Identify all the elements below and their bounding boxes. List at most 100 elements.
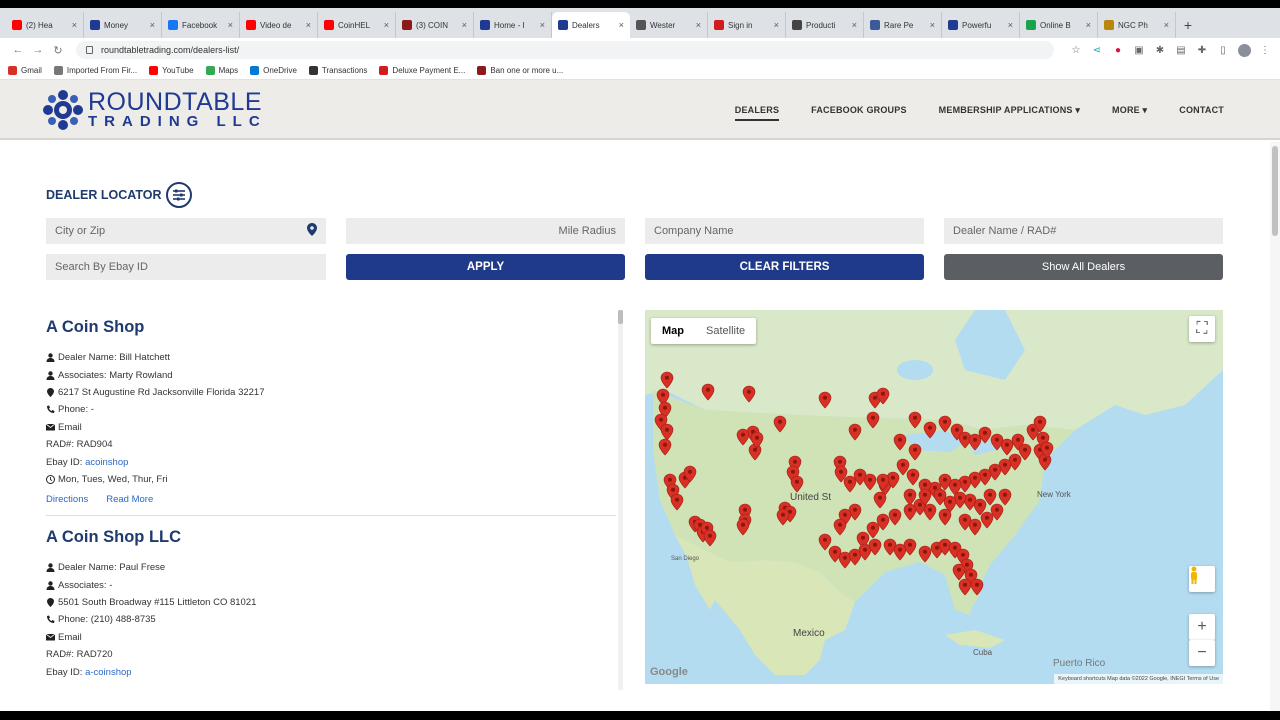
zoom-out-button[interactable]: − xyxy=(1189,640,1215,666)
ebay-label: Ebay ID: xyxy=(46,456,83,468)
extension-icon[interactable]: ▣ xyxy=(1132,43,1146,57)
bookmark-item[interactable]: Ban one or more u... xyxy=(477,66,563,75)
browser-tab[interactable]: Producti × xyxy=(786,12,864,38)
tab-favicon-icon xyxy=(558,20,568,30)
email-link[interactable]: Email xyxy=(58,422,82,433)
bookmark-star-icon[interactable]: ☆ xyxy=(1069,43,1083,57)
back-icon[interactable]: ← xyxy=(8,44,28,56)
map-tab[interactable]: Map xyxy=(651,318,695,344)
company-name-input[interactable]: Company Name xyxy=(645,218,924,244)
apply-button[interactable]: APPLY xyxy=(346,254,625,280)
hours-row: Mon, Tues, Wed, Thur, Fri xyxy=(46,471,616,488)
bookmark-item[interactable]: Gmail xyxy=(8,66,42,75)
read-more-link[interactable]: Read More xyxy=(106,494,153,505)
reload-icon[interactable]: ↻ xyxy=(48,44,68,57)
zoom-in-button[interactable]: + xyxy=(1189,614,1215,640)
city-zip-input[interactable]: City or Zip xyxy=(46,218,326,244)
tab-close-icon[interactable]: × xyxy=(1008,20,1013,30)
dealer-name-placeholder: Dealer Name / RAD# xyxy=(953,225,1057,237)
filter-sliders-icon[interactable] xyxy=(165,182,192,208)
mile-radius-input[interactable]: Mile Radius xyxy=(346,218,625,244)
address-bar[interactable]: roundtabletrading.com/dealers-list/ xyxy=(76,41,1054,59)
fullscreen-icon[interactable]: ⛶ xyxy=(1189,316,1215,342)
browser-tab[interactable]: (2) Hea × xyxy=(6,12,84,38)
email-row[interactable]: Email xyxy=(46,629,616,646)
location-pin-icon[interactable] xyxy=(307,223,317,239)
browser-tab[interactable]: Facebook × xyxy=(162,12,240,38)
email-link[interactable]: Email xyxy=(58,632,82,643)
browser-tab[interactable]: (3) COIN × xyxy=(396,12,474,38)
bookmark-item[interactable]: YouTube xyxy=(149,66,194,75)
share-icon[interactable]: ⋖ xyxy=(1090,43,1104,57)
pegman-icon[interactable] xyxy=(1189,566,1215,592)
new-tab-icon[interactable]: + xyxy=(1176,12,1200,38)
satellite-tab[interactable]: Satellite xyxy=(695,318,756,344)
browser-tab[interactable]: Wester × xyxy=(630,12,708,38)
browser-tab[interactable]: Dealers × xyxy=(552,12,630,38)
tab-title: Producti xyxy=(806,20,836,30)
dealer-company-name[interactable]: A Coin Shop LLC xyxy=(46,528,616,547)
ebay-id-link[interactable]: a-coinshop xyxy=(85,667,131,678)
ebay-id-input[interactable]: Search By Ebay ID xyxy=(46,254,326,280)
nav-item[interactable]: MEMBERSHIP APPLICATIONS ▾ xyxy=(939,105,1080,116)
browser-tab[interactable]: Money × xyxy=(84,12,162,38)
tab-close-icon[interactable]: × xyxy=(696,20,701,30)
directions-link[interactable]: Directions xyxy=(46,494,88,505)
extension-icon[interactable]: ✱ xyxy=(1153,43,1167,57)
ebay-id-link[interactable]: acoinshop xyxy=(85,457,128,468)
nav-item[interactable]: DEALERS xyxy=(734,105,780,121)
forward-icon[interactable]: → xyxy=(28,44,48,56)
tab-close-icon[interactable]: × xyxy=(1164,20,1169,30)
tab-close-icon[interactable]: × xyxy=(540,20,545,30)
bookmark-item[interactable]: Transactions xyxy=(308,66,367,75)
browser-tab[interactable]: Online B × xyxy=(1020,12,1098,38)
roundtable-logo[interactable]: ROUNDTABLE TRADING LLC xyxy=(42,89,267,131)
browser-tab[interactable]: Video de × xyxy=(240,12,318,38)
map-label-san-diego: San Diego xyxy=(671,556,700,562)
bookmark-item[interactable]: Deluxe Payment E... xyxy=(379,66,465,75)
puzzle-icon[interactable]: ✚ xyxy=(1195,43,1209,57)
browser-tab[interactable]: CoinHEL × xyxy=(318,12,396,38)
browser-tab[interactable]: Powerfu × xyxy=(942,12,1020,38)
dealer-list-scrollbar[interactable] xyxy=(618,310,623,690)
extension-icon[interactable]: ▤ xyxy=(1174,43,1188,57)
browser-tab[interactable]: NGC Ph × xyxy=(1098,12,1176,38)
tab-close-icon[interactable]: × xyxy=(1086,20,1091,30)
associates: Associates: - xyxy=(58,579,113,591)
tab-close-icon[interactable]: × xyxy=(619,20,624,30)
tab-close-icon[interactable]: × xyxy=(306,20,311,30)
bookmark-item[interactable]: Maps xyxy=(205,66,238,75)
nav-item[interactable]: CONTACT xyxy=(1179,105,1224,115)
tab-close-icon[interactable]: × xyxy=(72,20,77,30)
tab-close-icon[interactable]: × xyxy=(852,20,857,30)
tab-close-icon[interactable]: × xyxy=(930,20,935,30)
tab-close-icon[interactable]: × xyxy=(774,20,779,30)
logo-line1: ROUNDTABLE xyxy=(88,88,263,116)
browser-tab[interactable]: Home - I × xyxy=(474,12,552,38)
bookmark-favicon-icon xyxy=(149,66,159,75)
tab-close-icon[interactable]: × xyxy=(384,20,389,30)
nav-item[interactable]: MORE ▾ xyxy=(1112,105,1147,116)
extension-icon[interactable]: ● xyxy=(1111,43,1125,57)
dealer-company-name[interactable]: A Coin Shop xyxy=(46,318,616,337)
tab-close-icon[interactable]: × xyxy=(462,20,467,30)
profile-avatar[interactable] xyxy=(1238,43,1251,57)
show-all-dealers-button[interactable]: Show All Dealers xyxy=(944,254,1223,280)
bookmark-item[interactable]: Imported From Fir... xyxy=(53,66,137,75)
page-scrollbar[interactable] xyxy=(1270,142,1280,711)
tab-favicon-icon xyxy=(324,20,334,30)
sidepanel-icon[interactable]: ▯ xyxy=(1216,43,1230,57)
clear-filters-button[interactable]: CLEAR FILTERS xyxy=(645,254,924,280)
tab-close-icon[interactable]: × xyxy=(150,20,155,30)
phone-row: Phone: - xyxy=(46,401,616,418)
bookmark-item[interactable]: OneDrive xyxy=(250,66,297,75)
nav-item[interactable]: FACEBOOK GROUPS xyxy=(811,105,907,115)
email-row[interactable]: Email xyxy=(46,419,616,436)
dealer-name-input[interactable]: Dealer Name / RAD# xyxy=(944,218,1223,244)
tab-close-icon[interactable]: × xyxy=(228,20,233,30)
browser-tab[interactable]: Rare Pe × xyxy=(864,12,942,38)
dealer-map[interactable]: Map Satellite ⛶ + − United St Mexico New… xyxy=(645,310,1223,684)
browser-tab[interactable]: Sign in × xyxy=(708,12,786,38)
menu-icon[interactable]: ⋮ xyxy=(1258,43,1272,57)
bookmarks-bar: Gmail Imported From Fir... YouTube Maps OneD… xyxy=(0,62,1280,80)
